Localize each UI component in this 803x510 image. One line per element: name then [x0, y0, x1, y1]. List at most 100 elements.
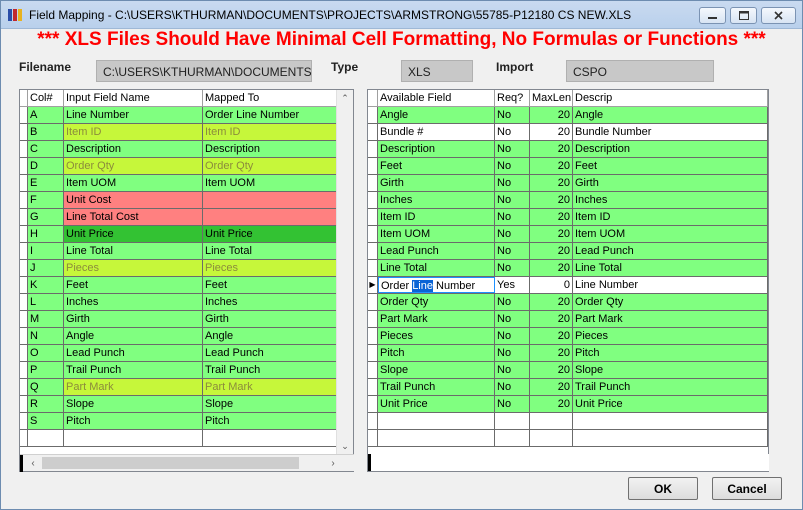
table-row[interactable]: F Unit Cost — [20, 192, 353, 209]
row-selector[interactable] — [368, 362, 378, 378]
row-selector[interactable] — [20, 175, 28, 191]
row-selector[interactable] — [20, 294, 28, 310]
row-selector[interactable] — [20, 158, 28, 174]
required-cell[interactable]: No — [495, 396, 530, 412]
row-selector[interactable] — [368, 141, 378, 157]
input-field-cell[interactable]: Slope — [64, 396, 203, 412]
table-row[interactable]: Trail Punch No 20 Trail Punch — [368, 379, 768, 396]
row-selector[interactable] — [368, 396, 378, 412]
table-row[interactable]: Q Part Mark Part Mark — [20, 379, 353, 396]
required-cell[interactable]: No — [495, 107, 530, 123]
available-field-cell[interactable]: Order Line Number — [378, 277, 495, 293]
required-cell[interactable]: Yes — [495, 277, 530, 293]
table-row[interactable]: I Line Total Line Total — [20, 243, 353, 260]
row-selector[interactable] — [20, 311, 28, 327]
required-cell[interactable]: No — [495, 260, 530, 276]
available-field-cell[interactable]: Feet — [378, 158, 495, 174]
table-row[interactable]: Pieces No 20 Pieces — [368, 328, 768, 345]
table-row[interactable]: Angle No 20 Angle — [368, 107, 768, 124]
mapped-to-cell[interactable] — [203, 192, 337, 208]
input-field-cell[interactable]: Feet — [64, 277, 203, 293]
maxlen-cell[interactable]: 20 — [530, 328, 573, 344]
table-row[interactable]: C Description Description — [20, 141, 353, 158]
table-row[interactable]: M Girth Girth — [20, 311, 353, 328]
available-field-cell[interactable]: Item ID — [378, 209, 495, 225]
col-header-available-field[interactable]: Available Field — [378, 90, 495, 107]
row-selector[interactable] — [20, 328, 28, 344]
minimize-button[interactable] — [699, 7, 726, 24]
available-field-cell[interactable]: Slope — [378, 362, 495, 378]
maxlen-cell[interactable]: 20 — [530, 294, 573, 310]
descrip-cell[interactable]: Item ID — [573, 209, 768, 225]
descrip-cell[interactable]: Line Total — [573, 260, 768, 276]
row-selector[interactable] — [368, 328, 378, 344]
maxlen-cell[interactable]: 20 — [530, 396, 573, 412]
table-row[interactable]: H Unit Price Unit Price — [20, 226, 353, 243]
table-row[interactable]: Line Total No 20 Line Total — [368, 260, 768, 277]
required-cell[interactable]: No — [495, 311, 530, 327]
table-row[interactable]: K Feet Feet — [20, 277, 353, 294]
available-field-cell[interactable]: Item UOM — [378, 226, 495, 242]
mapped-to-cell[interactable]: Trail Punch — [203, 362, 337, 378]
mapped-to-cell[interactable]: Pitch — [203, 413, 337, 429]
required-cell[interactable]: No — [495, 209, 530, 225]
available-field-cell[interactable]: Lead Punch — [378, 243, 495, 259]
row-selector[interactable] — [368, 311, 378, 327]
row-selector[interactable] — [368, 192, 378, 208]
table-row[interactable]: Inches No 20 Inches — [368, 192, 768, 209]
table-row[interactable]: Item ID No 20 Item ID — [368, 209, 768, 226]
row-selector[interactable]: ▶ — [368, 277, 378, 293]
scroll-up-icon[interactable]: ⌃ — [337, 90, 353, 107]
input-field-cell[interactable]: Description — [64, 141, 203, 157]
input-field-cell[interactable]: Angle — [64, 328, 203, 344]
input-field-cell[interactable]: Trail Punch — [64, 362, 203, 378]
input-field-cell[interactable]: Girth — [64, 311, 203, 327]
row-selector[interactable] — [368, 226, 378, 242]
mapped-to-cell[interactable]: Item UOM — [203, 175, 337, 191]
input-field-cell[interactable]: Unit Cost — [64, 192, 203, 208]
available-field-cell[interactable]: Girth — [378, 175, 495, 191]
required-cell[interactable]: No — [495, 328, 530, 344]
maximize-button[interactable] — [730, 7, 757, 24]
mapped-to-cell[interactable]: Unit Price — [203, 226, 337, 242]
maxlen-cell[interactable]: 20 — [530, 192, 573, 208]
col-header-colnum[interactable]: Col# — [28, 90, 64, 107]
row-selector[interactable] — [20, 243, 28, 259]
descrip-cell[interactable]: Trail Punch — [573, 379, 768, 395]
maxlen-cell[interactable]: 20 — [530, 158, 573, 174]
input-field-cell[interactable]: Part Mark — [64, 379, 203, 395]
table-row[interactable]: Unit Price No 20 Unit Price — [368, 396, 768, 413]
available-field-cell[interactable]: Part Mark — [378, 311, 495, 327]
row-selector[interactable] — [368, 209, 378, 225]
row-selector[interactable] — [368, 107, 378, 123]
scroll-left-icon[interactable]: ‹ — [25, 455, 41, 472]
available-field-cell[interactable]: Description — [378, 141, 495, 157]
input-field-cell[interactable]: Line Number — [64, 107, 203, 123]
available-field-cell[interactable]: Line Total — [378, 260, 495, 276]
row-selector[interactable] — [20, 192, 28, 208]
row-selector[interactable] — [20, 124, 28, 140]
descrip-cell[interactable]: Order Qty — [573, 294, 768, 310]
input-field-cell[interactable]: Line Total — [64, 243, 203, 259]
maxlen-cell[interactable]: 20 — [530, 362, 573, 378]
mapped-to-cell[interactable]: Pieces — [203, 260, 337, 276]
input-field-cell[interactable]: Unit Price — [64, 226, 203, 242]
row-selector[interactable] — [20, 277, 28, 293]
table-row[interactable]: Slope No 20 Slope — [368, 362, 768, 379]
required-cell[interactable]: No — [495, 345, 530, 361]
descrip-cell[interactable]: Slope — [573, 362, 768, 378]
input-field-cell[interactable]: Item ID — [64, 124, 203, 140]
available-field-cell[interactable]: Unit Price — [378, 396, 495, 412]
maxlen-cell[interactable]: 20 — [530, 175, 573, 191]
required-cell[interactable]: No — [495, 175, 530, 191]
row-selector[interactable] — [20, 107, 28, 123]
maxlen-cell[interactable]: 20 — [530, 141, 573, 157]
close-button[interactable] — [761, 7, 796, 24]
required-cell[interactable]: No — [495, 124, 530, 140]
row-selector[interactable] — [20, 260, 28, 276]
descrip-cell[interactable]: Unit Price — [573, 396, 768, 412]
row-selector[interactable] — [20, 141, 28, 157]
maxlen-cell[interactable]: 20 — [530, 124, 573, 140]
input-field-cell[interactable]: Line Total Cost — [64, 209, 203, 225]
mapped-to-cell[interactable]: Slope — [203, 396, 337, 412]
